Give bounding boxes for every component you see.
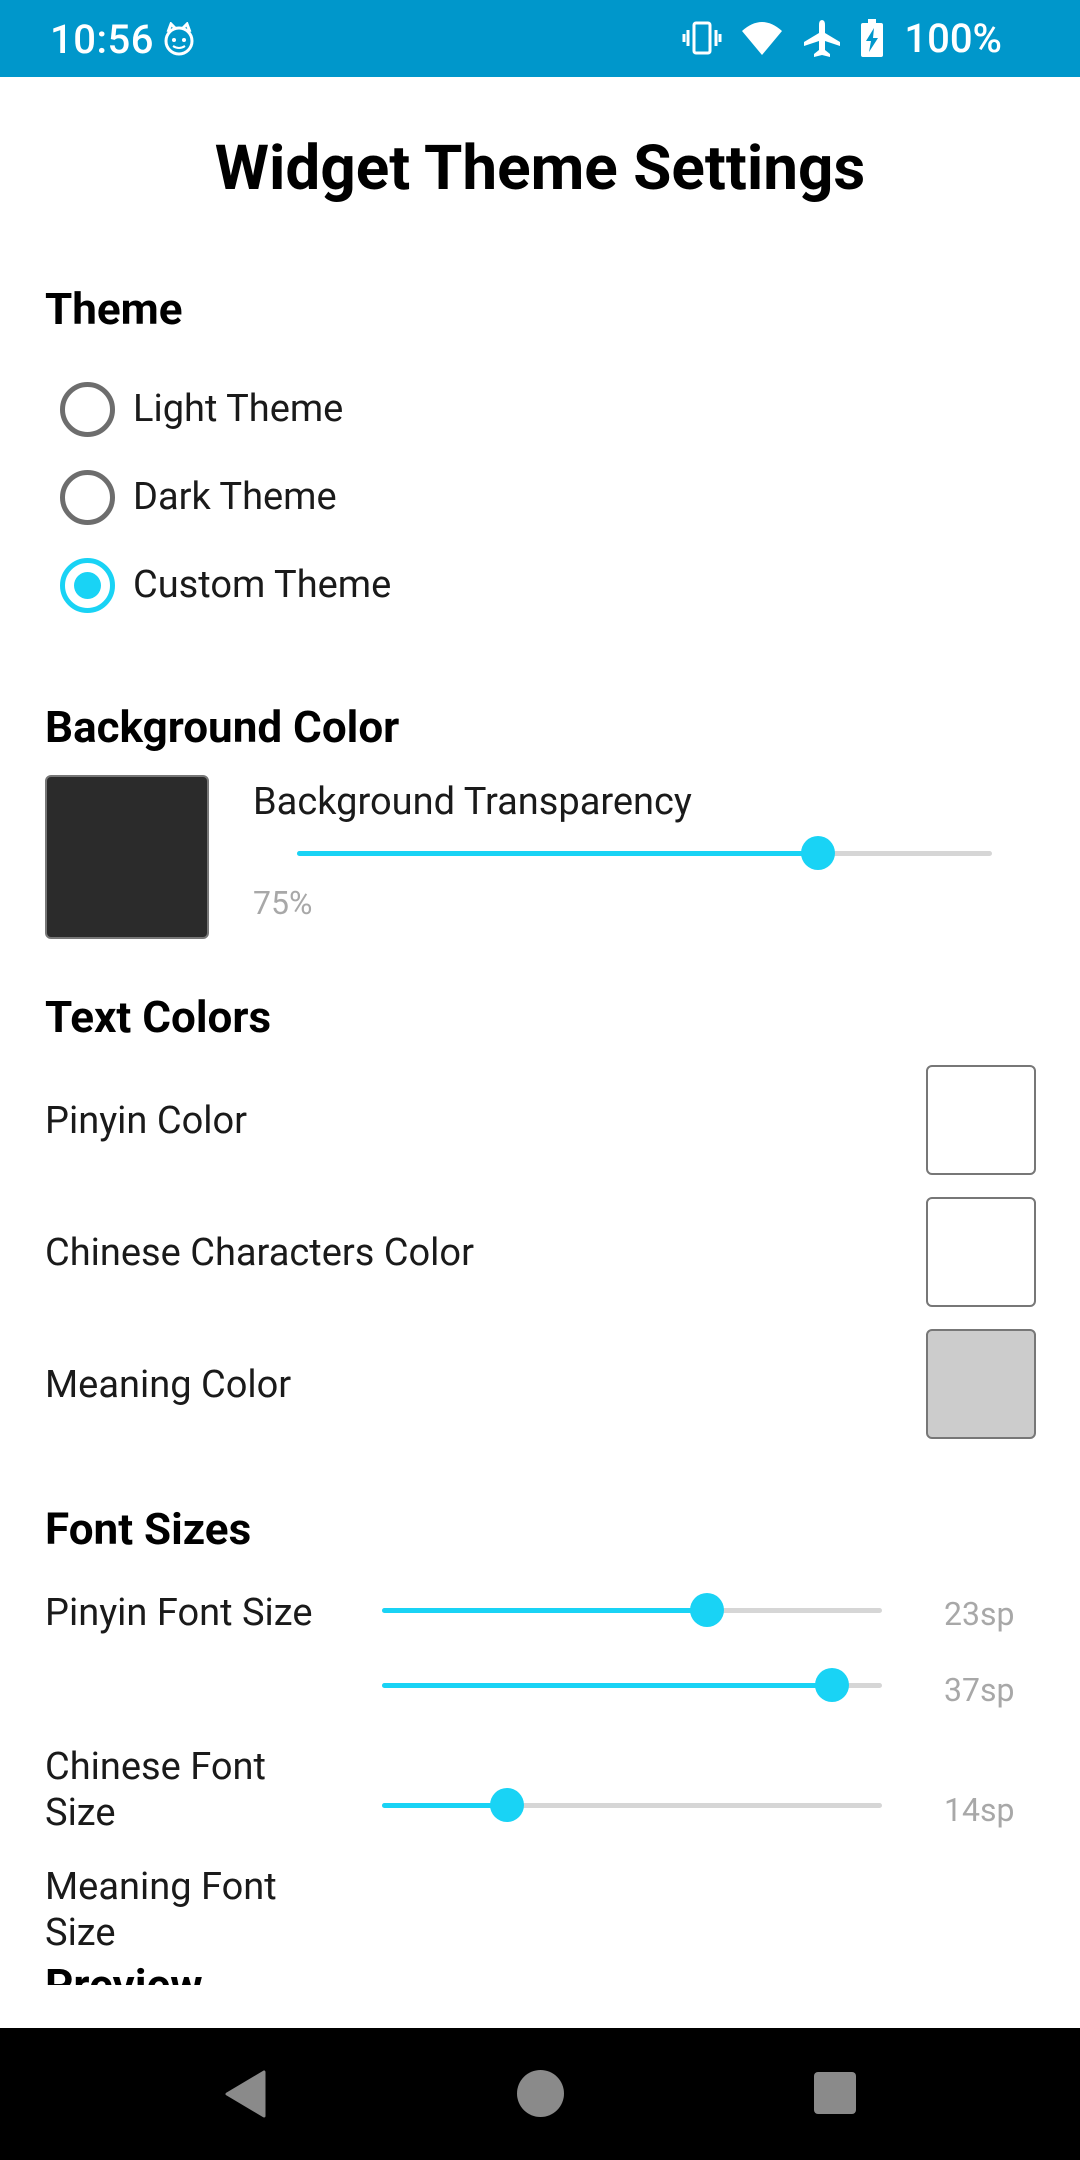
meaning-color-label: Meaning Color [45, 1363, 292, 1407]
radio-button-icon[interactable] [60, 469, 115, 525]
slider-fill [382, 1683, 832, 1688]
meaning-font-size-slider[interactable] [382, 1788, 882, 1822]
slider-thumb[interactable] [690, 1593, 724, 1627]
radio-label: Custom Theme [133, 563, 392, 607]
radio-custom-theme[interactable]: Custom Theme [60, 555, 391, 615]
slider-thumb[interactable] [490, 1788, 524, 1822]
pinyin-color-swatch[interactable] [926, 1065, 1036, 1175]
chinese-font-size-value: 37sp [944, 1671, 1015, 1709]
airplane-icon [804, 20, 841, 57]
background-transparency-value: 75% [253, 884, 313, 922]
pinyin-color-label: Pinyin Color [45, 1099, 248, 1143]
battery-charging-icon [861, 19, 884, 57]
vibrate-icon [682, 21, 722, 55]
slider-fill [382, 1608, 707, 1613]
font-sizes-heading: Font Sizes [45, 1503, 252, 1555]
background-color-heading: Background Color [45, 701, 400, 753]
radio-label: Dark Theme [133, 475, 337, 519]
radio-label: Light Theme [133, 387, 344, 431]
text-colors-heading: Text Colors [45, 991, 272, 1043]
radio-button-checked-icon[interactable] [60, 557, 115, 613]
background-transparency-slider[interactable] [297, 836, 992, 870]
wifi-icon [742, 22, 783, 55]
home-icon[interactable] [517, 2070, 564, 2117]
preview-heading: Preview [45, 1959, 203, 1985]
radio-button-icon[interactable] [60, 381, 115, 437]
settings-content[interactable]: Widget Theme Settings Theme Light Theme … [0, 77, 1080, 1985]
cat-notification-icon [164, 22, 194, 56]
chinese-characters-color-swatch[interactable] [926, 1197, 1036, 1307]
slider-thumb[interactable] [815, 1668, 849, 1702]
battery-percent: 100% [904, 14, 1002, 62]
pinyin-font-size-slider[interactable] [382, 1593, 882, 1627]
radio-dark-theme[interactable]: Dark Theme [60, 467, 337, 527]
page-title: Widget Theme Settings [214, 132, 866, 205]
chinese-font-size-slider[interactable] [382, 1668, 882, 1702]
background-color-swatch[interactable] [45, 775, 209, 939]
navigation-bar [0, 2028, 1080, 2160]
meaning-font-size-value: 14sp [944, 1791, 1015, 1829]
pinyin-font-size-label: Pinyin Font Size [45, 1591, 313, 1635]
chinese-characters-color-label: Chinese Characters Color [45, 1231, 474, 1275]
background-transparency-label: Background Transparency [253, 780, 692, 824]
pinyin-font-size-value: 23sp [944, 1595, 1015, 1633]
status-bar: 10:56 100% [0, 0, 1080, 77]
chinese-font-size-label: Chinese Font Size [45, 1745, 266, 1835]
recents-icon[interactable] [814, 2072, 856, 2114]
meaning-font-size-label: Meaning Font Size [45, 1865, 277, 1955]
radio-light-theme[interactable]: Light Theme [60, 379, 343, 439]
back-icon[interactable] [224, 2070, 268, 2118]
slider-fill [297, 851, 819, 856]
slider-thumb[interactable] [801, 836, 836, 870]
slider-fill [382, 1803, 507, 1808]
meaning-color-swatch[interactable] [926, 1329, 1036, 1439]
theme-heading: Theme [45, 283, 183, 335]
status-time: 10:56 [50, 16, 154, 63]
status-icons: 100% [682, 14, 1002, 62]
